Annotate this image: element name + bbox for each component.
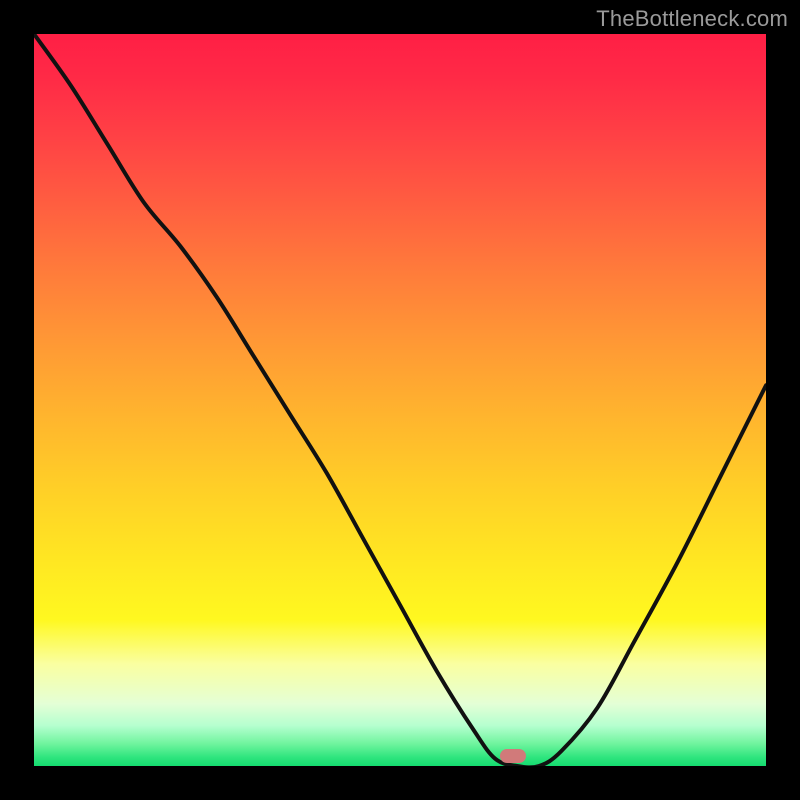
outer-frame: TheBottleneck.com xyxy=(0,0,800,800)
optimal-point-marker xyxy=(500,749,526,763)
curve-path xyxy=(34,34,766,766)
watermark-text: TheBottleneck.com xyxy=(596,6,788,32)
bottleneck-curve xyxy=(34,34,766,766)
plot-area xyxy=(34,34,766,766)
